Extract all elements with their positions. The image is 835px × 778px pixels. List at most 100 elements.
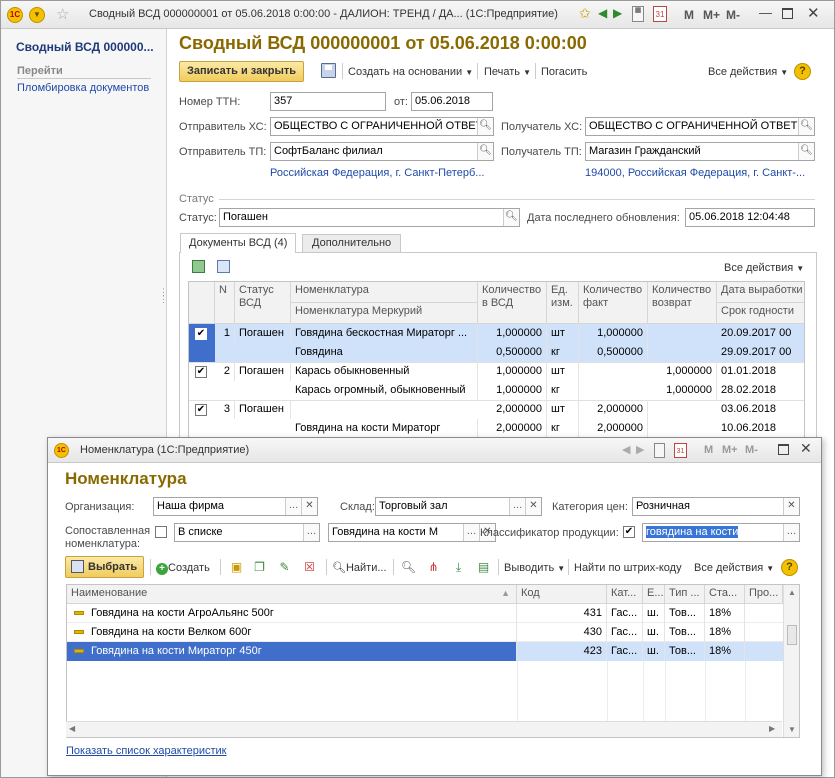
col-unit[interactable]: Ед. изм. (547, 282, 579, 324)
col-nom[interactable]: Номенклатура (291, 282, 478, 303)
search-icon[interactable]: 🔍︎ (477, 118, 493, 135)
app-logo-icon[interactable]: 1С (54, 443, 69, 458)
pay-button[interactable]: Погасить (541, 65, 587, 79)
splitter-handle-icon[interactable]: ⋮ ⋮ (159, 288, 168, 304)
calendar-icon[interactable]: 31 (653, 6, 667, 22)
ellipsis-icon[interactable]: … (285, 498, 301, 515)
copy-icon[interactable]: ❐ (251, 559, 268, 576)
calculator-icon[interactable] (654, 443, 665, 458)
search-icon[interactable]: 🔍︎ (503, 209, 519, 226)
memory-mplus-button[interactable]: M+ (703, 8, 720, 22)
matched-checkbox[interactable] (155, 526, 167, 538)
col-qty-ret[interactable]: Количество возврат (648, 282, 717, 324)
warehouse-input[interactable]: Торговый зал ✕… (375, 497, 542, 516)
col-rate[interactable]: Ста... (705, 585, 745, 604)
sender-hs-input[interactable]: ОБЩЕСТВО С ОГРАНИЧЕННОЙ ОТВЕТ 🔍︎ (270, 117, 494, 136)
sidebar-title[interactable]: Сводный ВСД 000000... (16, 40, 154, 54)
dialog-all-actions-button[interactable]: Все действия ▼ (694, 561, 774, 576)
close-icon[interactable]: ✕ (800, 440, 812, 457)
app-logo-icon[interactable]: 1С (7, 7, 23, 23)
back-icon[interactable]: ◀ (598, 6, 607, 20)
tab-additional[interactable]: Дополнительно (302, 234, 402, 252)
classifier-input[interactable]: говядина на кости… (642, 523, 800, 542)
updated-input[interactable]: 05.06.2018 12:04:48 (685, 208, 815, 227)
memory-mminus-button[interactable]: M- (745, 444, 758, 456)
scroll-thumb[interactable] (787, 625, 797, 645)
scroll-down-icon[interactable]: ▼ (788, 725, 796, 734)
minimize-icon[interactable]: — (759, 5, 772, 20)
maximize-icon[interactable] (778, 444, 789, 455)
all-actions-button[interactable]: Все действия ▼ (708, 65, 788, 80)
row-checkbox[interactable]: ✔ (195, 328, 207, 340)
col-category[interactable]: Кат... (607, 585, 643, 604)
select-button[interactable]: Выбрать (65, 556, 145, 578)
help-icon[interactable]: ? (781, 559, 798, 576)
hierarchy-icon[interactable]: ⋔ (425, 559, 442, 576)
print-button[interactable]: Печать ▼ (484, 65, 531, 80)
col-unit[interactable]: Е... (643, 585, 665, 604)
col-nom-merc[interactable]: Номенклатура Меркурий (291, 303, 478, 324)
tab-documents[interactable]: Документы ВСД (4) (180, 233, 297, 253)
move-down-icon[interactable]: ⤓ (450, 559, 467, 576)
edit-icon[interactable]: ✎ (276, 559, 293, 576)
menu-dropdown-icon[interactable]: ▼ (29, 7, 45, 23)
forward-icon[interactable]: ▶ (636, 443, 644, 456)
memory-mminus-button[interactable]: M- (726, 8, 740, 22)
cancel-search-icon[interactable]: 🔍︎ (400, 559, 417, 576)
receiver-tp-input[interactable]: Магазин Гражданский 🔍︎ (585, 142, 815, 161)
star-add-icon[interactable]: ✩ (579, 5, 591, 22)
status-input[interactable]: Погашен 🔍︎ (219, 208, 520, 227)
ellipsis-icon[interactable]: … (783, 524, 799, 541)
memory-m-button[interactable]: M (684, 8, 694, 22)
row-checkbox[interactable]: ✔ (195, 366, 207, 378)
org-input[interactable]: Наша фирма ✕… (153, 497, 318, 516)
receiver-address-link[interactable]: 194000, Российская Федерация, г. Санкт-.… (585, 167, 805, 179)
matched-nom-input[interactable]: Говядина на кости М ✕… (328, 523, 496, 542)
calendar-icon[interactable]: 31 (674, 443, 687, 458)
clear-icon[interactable]: ✕ (783, 498, 799, 515)
back-icon[interactable]: ◀ (622, 443, 630, 456)
col-status[interactable]: Статус ВСД (235, 282, 291, 324)
memory-m-button[interactable]: M (704, 444, 713, 456)
col-qty-fact[interactable]: Количество факт (579, 282, 648, 324)
price-category-input[interactable]: Розничная ✕ (632, 497, 800, 516)
output-button[interactable]: Выводить ▼ (504, 561, 565, 576)
col-date-prod[interactable]: Дата выработки (717, 282, 804, 303)
row-checkbox[interactable]: ✔ (195, 404, 207, 416)
grid-all-actions-button[interactable]: Все действия ▼ (724, 261, 804, 276)
barcode-search-button[interactable]: Найти по штрих-коду (574, 561, 682, 575)
ellipsis-icon[interactable]: … (463, 524, 479, 541)
clear-icon[interactable]: ✕ (301, 498, 317, 515)
check-all-icon[interactable] (192, 260, 205, 273)
scroll-right-icon[interactable]: ▶ (769, 724, 775, 733)
search-icon[interactable]: 🔍︎ (798, 118, 814, 135)
col-code[interactable]: Код (517, 585, 607, 604)
save-close-button[interactable]: Записать и закрыть (179, 61, 305, 82)
create-based-button[interactable]: Создать на основании ▼ (348, 65, 473, 80)
clear-icon[interactable]: ✕ (525, 498, 541, 515)
horizontal-scrollbar[interactable]: ◀ ▶ (66, 721, 782, 737)
add-folder-icon[interactable]: ▣ (228, 559, 245, 576)
search-icon[interactable]: 🔍︎ (798, 143, 814, 160)
find-button[interactable]: 🔍︎Найти... (332, 561, 387, 575)
save-icon[interactable] (321, 63, 336, 78)
col-name[interactable]: Наименование ▲ (67, 585, 517, 604)
sidebar-item-sealing[interactable]: Пломбировка документов (17, 82, 149, 94)
list-scrollbar[interactable]: ▲ ▼ (783, 585, 799, 737)
search-icon[interactable]: 🔍︎ (477, 143, 493, 160)
matched-list-input[interactable]: В списке… (174, 523, 320, 542)
uncheck-all-icon[interactable] (217, 260, 230, 273)
col-exp[interactable]: Срок годности (717, 303, 804, 324)
maximize-icon[interactable] (782, 8, 793, 19)
forward-icon[interactable]: ▶ (613, 6, 622, 20)
ttn-input[interactable]: 357 (270, 92, 386, 111)
classifier-checkbox[interactable]: ✔ (623, 526, 635, 538)
col-n[interactable]: N (215, 282, 235, 324)
sender-address-link[interactable]: Российская Федерация, г. Санкт-Петерб... (270, 167, 484, 179)
show-characteristics-link[interactable]: Показать список характеристик (66, 745, 226, 757)
favorite-star-icon[interactable]: ☆ (56, 5, 69, 23)
scroll-up-icon[interactable]: ▲ (788, 588, 796, 597)
ellipsis-icon[interactable]: … (303, 524, 319, 541)
date-input[interactable]: 05.06.2018 (411, 92, 493, 111)
help-icon[interactable]: ? (794, 63, 811, 80)
